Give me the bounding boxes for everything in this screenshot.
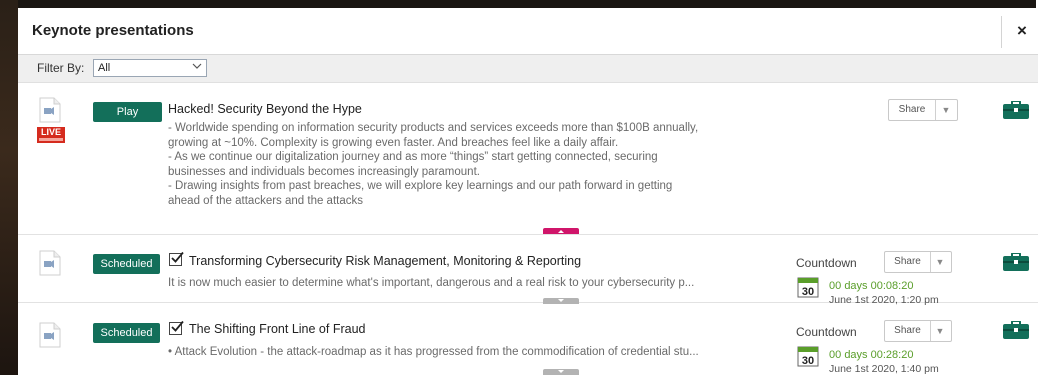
list-item: Scheduled The Shifting Front Line of Fra… [18,305,1038,375]
checkbox[interactable] [169,320,184,335]
caret-down-icon[interactable]: ▼ [935,100,957,120]
description-line: It is now much easier to determine what'… [168,277,695,289]
countdown-label: Countdown [796,256,857,270]
share-button[interactable]: Share [885,252,931,272]
video-document-icon [39,322,61,348]
description-line: - Worldwide spending on information secu… [168,122,699,134]
share-dropdown[interactable]: Share ▼ [884,251,952,273]
keynote-presentations-panel: Keynote presentations × Filter By: All L… [18,8,1038,375]
description-line: - Drawing insights from past breaches, w… [168,180,673,192]
scheduled-button[interactable]: Scheduled [93,323,160,343]
share-dropdown[interactable]: Share ▼ [888,99,958,121]
close-button[interactable]: × [1014,21,1030,41]
panel-title: Keynote presentations [32,22,194,39]
filter-label: Filter By: [37,61,85,75]
item-description: - Worldwide spending on information secu… [168,121,698,208]
video-document-icon [39,250,61,276]
item-description: It is now much easier to determine what'… [168,276,694,291]
description-line: - As we continue our digitalization jour… [168,151,658,163]
panel-header: Keynote presentations × [18,8,1038,55]
briefcase-icon[interactable] [1003,100,1029,119]
calendar-icon: 30 [797,276,819,298]
item-title[interactable]: Transforming Cybersecurity Risk Manageme… [189,254,581,268]
description-line: • Attack Evolution - the attack-roadmap … [168,346,699,358]
scheduled-date: June 1st 2020, 1:40 pm [829,363,939,375]
description-line: businesses and individuals becomes incre… [168,165,480,178]
list-item: Scheduled Transforming Cybersecurity Ris… [18,236,1038,306]
collapse-arrow-icon[interactable] [543,228,579,234]
caret-down-icon[interactable]: ▼ [929,321,951,341]
list-item: LIVE Play Hacked! Security Beyond the Hy… [18,83,1038,235]
header-divider [1001,16,1002,48]
expand-arrow-icon[interactable] [543,369,579,375]
item-title[interactable]: The Shifting Front Line of Fraud [189,322,365,336]
caret-down-icon[interactable]: ▼ [929,252,951,272]
play-button[interactable]: Play [93,102,162,122]
days-unit: days [844,280,868,292]
filter-select[interactable]: All [93,59,207,77]
days-value: 00 [829,280,842,292]
checkbox[interactable] [169,251,184,266]
briefcase-icon[interactable] [1003,252,1029,271]
calendar-day: 30 [802,355,814,367]
description-line: growing at ~10%. Complexity is growing e… [168,136,619,149]
countdown-label: Countdown [796,325,857,339]
calendar-icon: 30 [797,345,819,367]
share-button[interactable]: Share [885,321,931,341]
countdown-value: 00 days 00:08:20 [829,280,913,292]
countdown-value: 00 days 00:28:20 [829,349,913,361]
calendar-day: 30 [802,286,814,298]
video-document-icon [39,97,61,123]
item-description: • Attack Evolution - the attack-roadmap … [168,345,699,360]
filter-bar: Filter By: All [18,55,1038,83]
live-badge-label: LIVE [40,127,61,137]
countdown-time: 00:08:20 [870,280,914,292]
chevron-down-icon [192,61,202,74]
days-unit: days [844,349,868,361]
days-value: 00 [829,349,842,361]
filter-selected-value: All [98,62,111,74]
countdown-time: 00:28:20 [870,349,914,361]
live-badge-icon: LIVE [37,127,65,143]
share-dropdown[interactable]: Share ▼ [884,320,952,342]
briefcase-icon[interactable] [1003,320,1029,339]
expand-arrow-icon[interactable] [543,298,579,304]
item-title[interactable]: Hacked! Security Beyond the Hype [168,102,362,116]
description-line: ahead of the attackers and the attacks [168,194,363,207]
scheduled-button[interactable]: Scheduled [93,254,160,274]
background-left [0,0,18,375]
share-button[interactable]: Share [889,100,936,120]
